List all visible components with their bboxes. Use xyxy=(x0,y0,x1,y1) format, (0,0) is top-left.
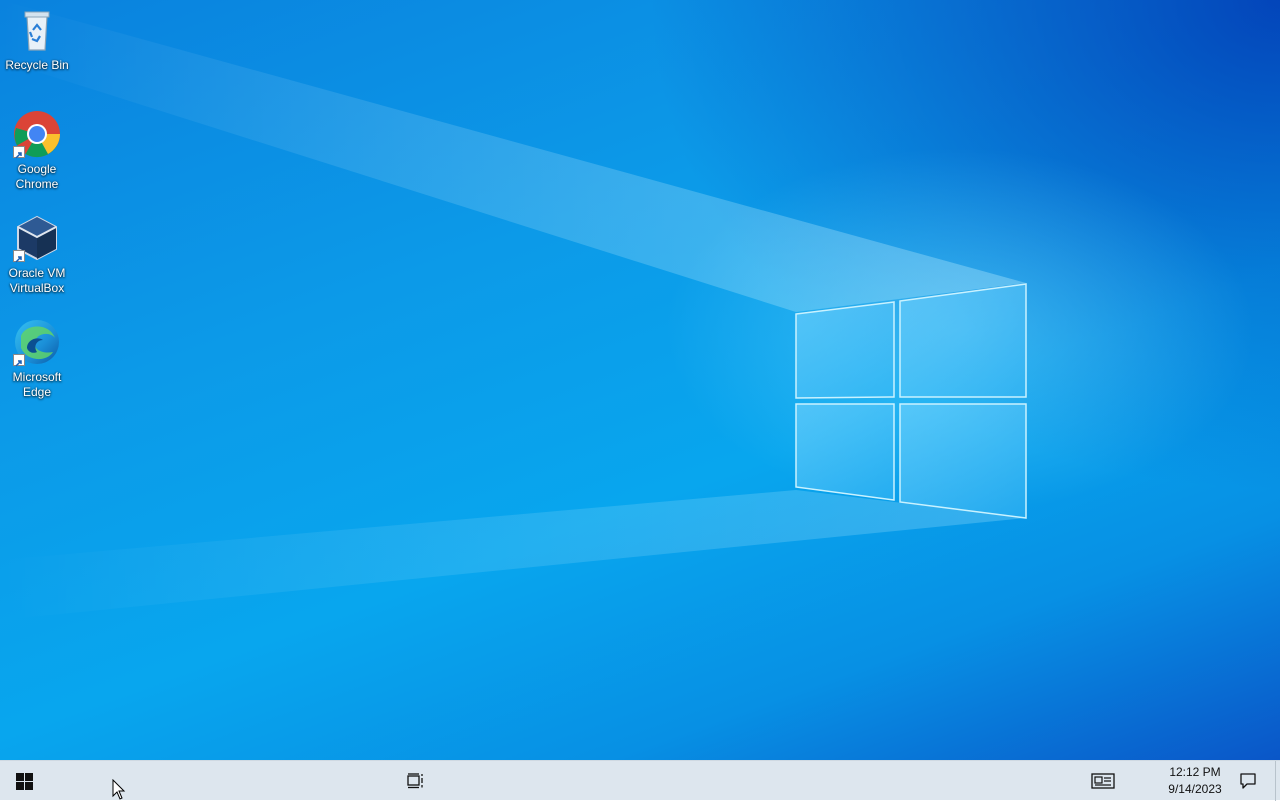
shortcut-arrow-icon xyxy=(13,146,25,159)
edge-icon xyxy=(13,318,61,367)
desktop-icon-label: Recycle Bin xyxy=(5,58,69,72)
windows-logo-icon xyxy=(15,772,33,790)
clock-time: 12:12 PM xyxy=(1169,765,1221,779)
action-center-button[interactable] xyxy=(1232,761,1264,801)
desktop-icon-label: Microsoft Edge xyxy=(12,370,62,399)
taskbar: 12:12 PM 9/14/2023 xyxy=(0,760,1280,801)
wallpaper xyxy=(0,0,1027,620)
clock-date: 9/14/2023 xyxy=(1168,782,1222,796)
shortcut-arrow-icon xyxy=(13,354,25,367)
shortcut-arrow-icon xyxy=(13,250,25,263)
desktop[interactable]: Recycle Bin Google Chrome Oracle VM Virt… xyxy=(0,0,1280,760)
task-view-button[interactable] xyxy=(393,761,439,801)
news-and-interests-icon xyxy=(1091,773,1115,789)
action-center-icon xyxy=(1240,773,1256,789)
show-desktop-button[interactable] xyxy=(1275,761,1280,801)
task-view-icon xyxy=(407,773,423,789)
chrome-icon xyxy=(13,110,61,159)
desktop-icon-google-chrome[interactable]: Google Chrome xyxy=(2,110,72,192)
virtualbox-icon xyxy=(13,214,61,263)
desktop-icon-recycle-bin[interactable]: Recycle Bin xyxy=(2,6,72,73)
start-button[interactable] xyxy=(0,761,48,801)
desktop-icon-oracle-vm-virtualbox[interactable]: Oracle VM VirtualBox xyxy=(2,214,72,296)
desktop-icon-label: Google Chrome xyxy=(15,162,59,191)
taskbar-clock[interactable]: 12:12 PM 9/14/2023 xyxy=(1160,761,1230,801)
news-and-interests-button[interactable] xyxy=(1080,761,1126,801)
windows-logo-graphic xyxy=(795,283,1027,519)
mouse-cursor-icon xyxy=(112,778,126,806)
recycle-bin-icon xyxy=(13,6,61,54)
desktop-icon-label: Oracle VM VirtualBox xyxy=(8,266,66,295)
desktop-icon-microsoft-edge[interactable]: Microsoft Edge xyxy=(2,318,72,400)
